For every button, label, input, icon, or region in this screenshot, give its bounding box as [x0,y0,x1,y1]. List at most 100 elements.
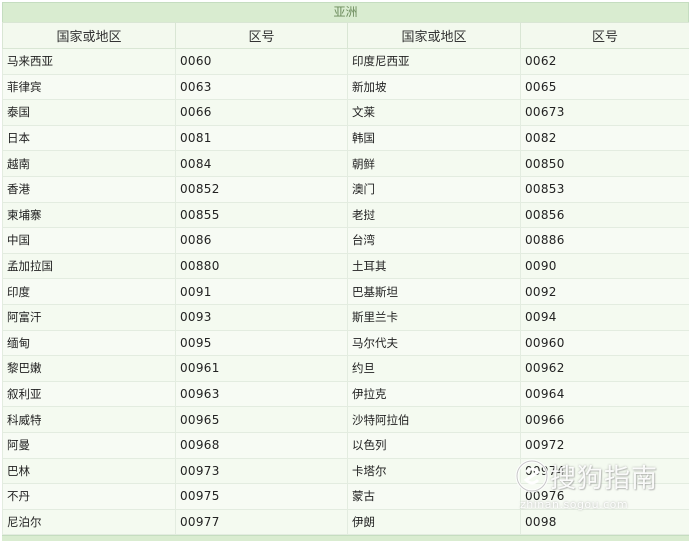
table-row: 孟加拉国 00880 土耳其 0090 [2,252,689,280]
code-cell: 00976 [520,483,689,510]
table-row: 香港 00852 澳门 00853 [2,175,689,203]
code-cell: 00961 [175,355,348,382]
code-cell: 00963 [175,380,348,408]
country-cell: 巴基斯坦 [347,278,521,305]
code-cell: 00886 [520,227,689,254]
code-cell: 0094 [520,303,689,331]
table-row: 泰国 0066 文莱 00673 [2,99,689,126]
country-cell: 新加坡 [347,73,521,101]
country-cell: 阿富汗 [2,303,176,331]
country-cell: 菲律宾 [2,73,176,101]
country-cell: 马来西亚 [2,48,176,75]
code-cell: 00965 [175,406,348,433]
country-cell: 越南 [2,150,176,177]
code-cell: 00968 [175,431,348,459]
code-cell: 00975 [175,483,348,510]
code-cell: 0063 [175,73,348,101]
table-row: 印度 0091 巴基斯坦 0092 [2,278,689,305]
country-cell: 伊拉克 [347,380,521,408]
code-cell: 0095 [175,329,348,357]
code-cell: 00974 [520,457,689,485]
country-cell: 台湾 [347,227,521,254]
code-cell: 00977 [175,508,348,536]
table-row: 缅甸 0095 马尔代夫 00960 [2,329,689,357]
section-title: 亚洲 [2,2,689,22]
country-cell: 中国 [2,227,176,254]
country-cell: 伊朗 [347,508,521,536]
code-cell: 00850 [520,150,689,177]
country-cell: 香港 [2,175,176,203]
table-header-row: 国家或地区 区号 国家或地区 区号 [2,22,689,49]
table-row: 尼泊尔 00977 伊朗 0098 [2,508,689,536]
country-cell: 叙利亚 [2,380,176,408]
table-row: 阿曼 00968 以色列 00972 [2,431,689,459]
code-cell: 00973 [175,457,348,485]
table-row: 菲律宾 0063 新加坡 0065 [2,73,689,101]
column-header-code-1: 区号 [175,22,348,49]
country-cell: 印度尼西亚 [347,48,521,75]
country-cell: 以色列 [347,431,521,459]
country-cell: 印度 [2,278,176,305]
code-cell: 0084 [175,150,348,177]
table-row: 马来西亚 0060 印度尼西亚 0062 [2,48,689,75]
country-cell: 缅甸 [2,329,176,357]
code-cell: 0082 [520,124,689,152]
table-row: 阿富汗 0093 斯里兰卡 0094 [2,303,689,331]
country-cell: 朝鲜 [347,150,521,177]
country-cell: 不丹 [2,483,176,510]
country-cell: 柬埔寨 [2,201,176,229]
country-cell: 卡塔尔 [347,457,521,485]
table-row: 日本 0081 韩国 0082 [2,124,689,152]
column-header-country-1: 国家或地区 [2,22,176,49]
table-row: 巴林 00973 卡塔尔 00974 [2,457,689,485]
code-cell: 0065 [520,73,689,101]
code-cell: 0060 [175,48,348,75]
country-cell: 文莱 [347,99,521,126]
code-cell: 00962 [520,355,689,382]
country-cell: 沙特阿拉伯 [347,406,521,433]
code-cell: 00966 [520,406,689,433]
country-cell: 泰国 [2,99,176,126]
code-cell: 0093 [175,303,348,331]
code-cell: 00673 [520,99,689,126]
country-cell: 尼泊尔 [2,508,176,536]
code-cell: 0066 [175,99,348,126]
country-code-table: 国家或地区 区号 国家或地区 区号 马来西亚 0060 印度尼西亚 0062 菲律宾 00… [2,22,689,536]
table-row: 中国 0086 台湾 00886 [2,227,689,254]
table-row: 不丹 00975 蒙古 00976 [2,483,689,510]
column-header-country-2: 国家或地区 [347,22,521,49]
code-cell: 0098 [520,508,689,536]
table-row: 柬埔寨 00855 老挝 00856 [2,201,689,229]
code-cell: 00964 [520,380,689,408]
country-cell: 马尔代夫 [347,329,521,357]
country-cell: 老挝 [347,201,521,229]
table-row: 越南 0084 朝鲜 00850 [2,150,689,177]
country-cell: 黎巴嫩 [2,355,176,382]
code-cell: 00853 [520,175,689,203]
country-cell: 阿曼 [2,431,176,459]
code-cell: 00852 [175,175,348,203]
country-cell: 日本 [2,124,176,152]
code-cell: 0081 [175,124,348,152]
country-cell: 巴林 [2,457,176,485]
country-code-table-container: 亚洲 国家或地区 区号 国家或地区 区号 马来西亚 0060 印度尼西亚 0062 菲律… [2,2,689,541]
code-cell: 0092 [520,278,689,305]
country-cell: 澳门 [347,175,521,203]
country-cell: 蒙古 [347,483,521,510]
code-cell: 0086 [175,227,348,254]
country-cell: 约旦 [347,355,521,382]
column-header-code-2: 区号 [520,22,689,49]
next-section-header [2,535,689,541]
country-cell: 斯里兰卡 [347,303,521,331]
code-cell: 0090 [520,252,689,280]
country-cell: 土耳其 [347,252,521,280]
table-row: 叙利亚 00963 伊拉克 00964 [2,380,689,408]
code-cell: 00960 [520,329,689,357]
code-cell: 0091 [175,278,348,305]
country-cell: 韩国 [347,124,521,152]
code-cell: 00972 [520,431,689,459]
country-cell: 科威特 [2,406,176,433]
table-body: 马来西亚 0060 印度尼西亚 0062 菲律宾 0063 新加坡 0065 泰国 0066 文莱 0… [2,48,689,536]
code-cell: 0062 [520,48,689,75]
table-row: 科威特 00965 沙特阿拉伯 00966 [2,406,689,433]
